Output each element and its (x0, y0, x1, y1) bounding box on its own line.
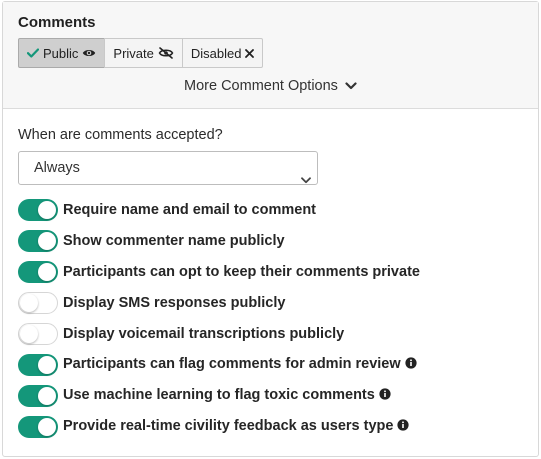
chevron-down-icon (342, 78, 357, 94)
close-icon (245, 48, 255, 58)
sms-responses-toggle[interactable] (18, 291, 58, 314)
private-label: Private (113, 45, 154, 61)
info-icon[interactable] (405, 357, 417, 373)
toggle-label: Use machine learning to flag toxic comme… (63, 387, 391, 404)
public-label: Public (43, 45, 79, 61)
toggle-label-text: Participants can flag comments for admin… (63, 356, 401, 372)
eye-icon (82, 48, 96, 58)
private-comments-opt-toggle[interactable] (18, 260, 58, 283)
info-icon[interactable] (379, 388, 391, 404)
info-icon[interactable] (397, 419, 410, 435)
toggle-row: Display SMS responses publicly (18, 287, 420, 318)
toggle-row: Use machine learning to flag toxic comme… (18, 380, 420, 411)
toggle-knob (38, 231, 56, 250)
private-button[interactable]: Private (104, 38, 183, 68)
more-comment-options-toggle[interactable]: More Comment Options (3, 78, 538, 94)
toggle-label: Participants can opt to keep their comme… (63, 263, 420, 280)
toggle-knob (38, 386, 56, 405)
toggle-label: Show commenter name publicly (63, 232, 285, 249)
toggle-row: Show commenter name publicly (18, 225, 420, 256)
toggle-label-text: Provide real-time civility feedback as u… (63, 418, 394, 434)
toggle-knob (38, 200, 56, 219)
more-comment-options-label: More Comment Options (184, 78, 338, 95)
toggle-label: Display SMS responses publicly (63, 294, 286, 311)
eye-slash-icon (158, 47, 174, 59)
toggle-label: Participants can flag comments for admin… (63, 356, 417, 373)
comments-accepted-select[interactable]: Always (18, 151, 318, 185)
comments-header: Comments Public Private Disabled More Co… (3, 2, 538, 109)
disabled-label: Disabled (190, 45, 242, 61)
visibility-segmented-control: Public Private Disabled (18, 38, 264, 68)
flag-admin-review-toggle[interactable] (18, 353, 58, 376)
toggle-row: Provide real-time civility feedback as u… (18, 411, 420, 442)
ml-toxic-flag-toggle[interactable] (18, 384, 58, 407)
comments-accepted-label: When are comments accepted? (18, 127, 223, 143)
section-title: Comments (18, 14, 96, 31)
toggle-knob (20, 324, 38, 343)
toggle-knob (38, 417, 56, 436)
toggle-label-text: Use machine learning to flag toxic comme… (63, 387, 375, 403)
voicemail-transcriptions-toggle[interactable] (18, 322, 58, 345)
toggle-label: Display voicemail transcriptions publicl… (63, 325, 345, 342)
toggle-row: Require name and email to comment (18, 194, 420, 225)
comments-panel: Comments Public Private Disabled More Co… (2, 1, 539, 457)
toggle-row: Display voicemail transcriptions publicl… (18, 318, 420, 349)
select-chevron-down-icon (301, 164, 311, 196)
check-icon (27, 48, 39, 58)
toggle-knob (38, 262, 56, 281)
disabled-button[interactable]: Disabled (181, 38, 264, 68)
require-name-email-toggle[interactable] (18, 198, 58, 221)
comments-accepted-value: Always (34, 160, 80, 176)
toggle-knob (20, 293, 38, 312)
public-button[interactable]: Public (18, 38, 106, 68)
civility-feedback-toggle[interactable] (18, 415, 58, 438)
comment-settings-list: Require name and email to comment Show c… (18, 194, 420, 442)
show-commenter-name-toggle[interactable] (18, 229, 58, 252)
toggle-knob (38, 355, 56, 374)
toggle-label: Require name and email to comment (63, 201, 317, 218)
toggle-label: Provide real-time civility feedback as u… (63, 418, 410, 435)
toggle-row: Participants can flag comments for admin… (18, 349, 420, 380)
toggle-row: Participants can opt to keep their comme… (18, 256, 420, 287)
